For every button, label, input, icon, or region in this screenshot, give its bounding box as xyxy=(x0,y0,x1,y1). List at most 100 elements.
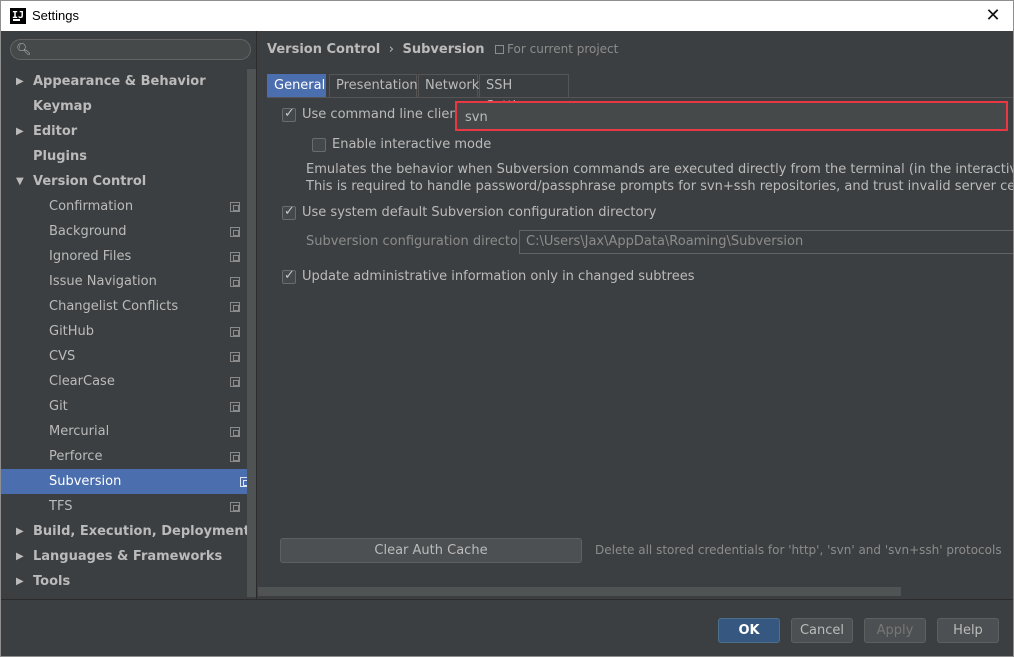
sidebar-item-label: Subversion xyxy=(49,474,122,489)
config-dir-label: Subversion configuration directory: xyxy=(306,234,535,249)
intellij-app-icon: IJ xyxy=(10,8,26,24)
sidebar-item-label: Ignored Files xyxy=(49,249,132,264)
collapsed-arrow-icon[interactable]: ▶ xyxy=(16,544,24,569)
use-default-config-dir-checkbox[interactable] xyxy=(282,204,296,220)
sidebar-scrollbar[interactable] xyxy=(247,69,256,597)
sidebar-item-version-control[interactable]: ▼ Version Control xyxy=(1,169,246,194)
enable-interactive-mode-label: Enable interactive mode xyxy=(332,137,492,152)
sidebar-item-label: GitHub xyxy=(49,324,95,339)
breadcrumb-parent: Version Control xyxy=(267,42,381,57)
project-scope-icon xyxy=(230,452,240,462)
sidebar-item-label: CVS xyxy=(49,349,76,364)
ok-button[interactable]: OK xyxy=(718,618,780,643)
dialog-footer xyxy=(1,599,1013,656)
window-title: Settings xyxy=(32,8,79,23)
project-scope-icon xyxy=(230,302,240,312)
project-scope-icon xyxy=(230,227,240,237)
sidebar-item-label: Background xyxy=(49,224,127,239)
project-scope-icon xyxy=(230,352,240,362)
sidebar-item-label: Mercurial xyxy=(49,424,110,439)
sidebar-item-tools[interactable]: ▶ Tools xyxy=(1,569,246,594)
sidebar-item-tfs[interactable]: TFS xyxy=(1,494,246,519)
interactive-description-line1: Emulates the behavior when Subversion co… xyxy=(306,162,1014,177)
sidebar-item-github[interactable]: GitHub xyxy=(1,319,246,344)
pane-horizontal-scrollbar[interactable] xyxy=(258,587,901,596)
tab-network[interactable]: Network xyxy=(418,74,479,97)
sidebar-item-label: Issue Navigation xyxy=(49,274,157,289)
sidebar-item-ignored-files[interactable]: Ignored Files xyxy=(1,244,246,269)
use-command-line-client-label: Use command line client: xyxy=(302,107,468,122)
sidebar-item-label: ClearCase xyxy=(49,374,115,389)
sidebar-item-issue-navigation[interactable]: Issue Navigation xyxy=(1,269,246,294)
sidebar-item-background[interactable]: Background xyxy=(1,219,246,244)
sidebar-item-cvs[interactable]: CVS xyxy=(1,344,246,369)
sidebar-item-build-execution-deployment[interactable]: ▶ Build, Execution, Deployment xyxy=(1,519,250,544)
command-line-client-input[interactable] xyxy=(463,107,993,127)
collapsed-arrow-icon[interactable]: ▶ xyxy=(16,119,24,144)
settings-search[interactable]: 🔍︎ xyxy=(10,39,251,60)
sidebar-item-label: Git xyxy=(49,399,68,414)
search-icon: 🔍︎ xyxy=(16,42,32,56)
help-button[interactable]: Help xyxy=(937,618,999,643)
project-scope-icon xyxy=(230,377,240,387)
scope-text: For current project xyxy=(507,42,619,56)
sidebar-item-confirmation[interactable]: Confirmation xyxy=(1,194,246,219)
sidebar-item-label: Appearance & Behavior xyxy=(33,74,206,89)
sidebar-item-label: Version Control xyxy=(33,174,147,189)
interactive-description-line2: This is required to handle password/pass… xyxy=(306,179,1014,194)
tab-presentation[interactable]: Presentation xyxy=(329,74,418,97)
command-line-client-field[interactable] xyxy=(455,101,1008,131)
settings-tree: ▶ Appearance & Behavior Keymap ▶ Editor Plugi… xyxy=(1,69,256,594)
settings-sidebar: 🔍︎ ▶ Appearance & Behavior Keymap ▶ Editor Pl… xyxy=(1,31,257,599)
update-admin-info-label: Update administrative information only i… xyxy=(302,269,695,284)
sidebar-item-label: Confirmation xyxy=(49,199,134,214)
update-admin-info-checkbox[interactable] xyxy=(282,268,296,284)
close-icon[interactable]: ✕ xyxy=(981,4,1005,28)
collapsed-arrow-icon[interactable]: ▶ xyxy=(16,519,24,544)
sidebar-item-label: Tools xyxy=(33,574,71,589)
sidebar-item-label: Build, Execution, Deployment xyxy=(33,524,250,539)
sidebar-item-keymap[interactable]: Keymap xyxy=(1,94,246,119)
sidebar-item-label: Changelist Conflicts xyxy=(49,299,179,314)
collapsed-arrow-icon[interactable]: ▶ xyxy=(16,569,24,594)
window-titlebar: IJ Settings ✕ xyxy=(0,0,1014,31)
sidebar-item-perforce[interactable]: Perforce xyxy=(1,444,246,469)
sidebar-item-label: Languages & Frameworks xyxy=(33,549,223,564)
apply-button[interactable]: Apply xyxy=(864,618,926,643)
breadcrumb-separator: › xyxy=(388,42,394,57)
sidebar-item-subversion[interactable]: Subversion xyxy=(1,469,256,494)
collapsed-arrow-icon[interactable]: ▶ xyxy=(16,69,24,94)
sidebar-item-clearcase[interactable]: ClearCase xyxy=(1,369,246,394)
use-default-config-dir-label: Use system default Subversion configurat… xyxy=(302,205,657,220)
breadcrumb: Version Control › Subversion For current… xyxy=(267,42,618,57)
sidebar-item-appearance-behavior[interactable]: ▶ Appearance & Behavior xyxy=(1,69,246,94)
use-command-line-client-checkbox[interactable] xyxy=(282,106,296,122)
sidebar-item-mercurial[interactable]: Mercurial xyxy=(1,419,246,444)
config-dir-field[interactable]: C:\Users\Jax\AppData\Roaming\Subversion xyxy=(519,230,1014,254)
sidebar-item-git[interactable]: Git xyxy=(1,394,246,419)
project-scope-icon xyxy=(230,277,240,287)
project-scope-icon xyxy=(230,502,240,512)
project-scope-icon xyxy=(230,202,240,212)
sidebar-item-plugins[interactable]: Plugins xyxy=(1,144,246,169)
sidebar-item-languages-frameworks[interactable]: ▶ Languages & Frameworks xyxy=(1,544,246,569)
clear-auth-cache-button[interactable]: Clear Auth Cache xyxy=(280,538,582,563)
project-scope-icon xyxy=(230,252,240,262)
sidebar-item-label: Keymap xyxy=(33,99,92,114)
tab-ssh-settings[interactable]: SSH Settings xyxy=(479,74,569,114)
sidebar-item-editor[interactable]: ▶ Editor xyxy=(1,119,246,144)
tab-general[interactable]: General xyxy=(267,74,326,97)
search-input[interactable] xyxy=(31,41,241,58)
project-scope-icon xyxy=(230,327,240,337)
sidebar-item-changelist-conflicts[interactable]: Changelist Conflicts xyxy=(1,294,246,319)
project-scope-icon xyxy=(495,45,505,54)
enable-interactive-mode-checkbox[interactable] xyxy=(312,138,326,152)
sidebar-item-label: Editor xyxy=(33,124,78,139)
cancel-button[interactable]: Cancel xyxy=(791,618,853,643)
expanded-arrow-icon[interactable]: ▼ xyxy=(16,169,24,194)
scope-label: For current project xyxy=(495,42,618,56)
project-scope-icon xyxy=(230,427,240,437)
project-scope-icon xyxy=(230,402,240,412)
breadcrumb-current: Subversion xyxy=(402,42,485,57)
sidebar-item-label: Perforce xyxy=(49,449,103,464)
